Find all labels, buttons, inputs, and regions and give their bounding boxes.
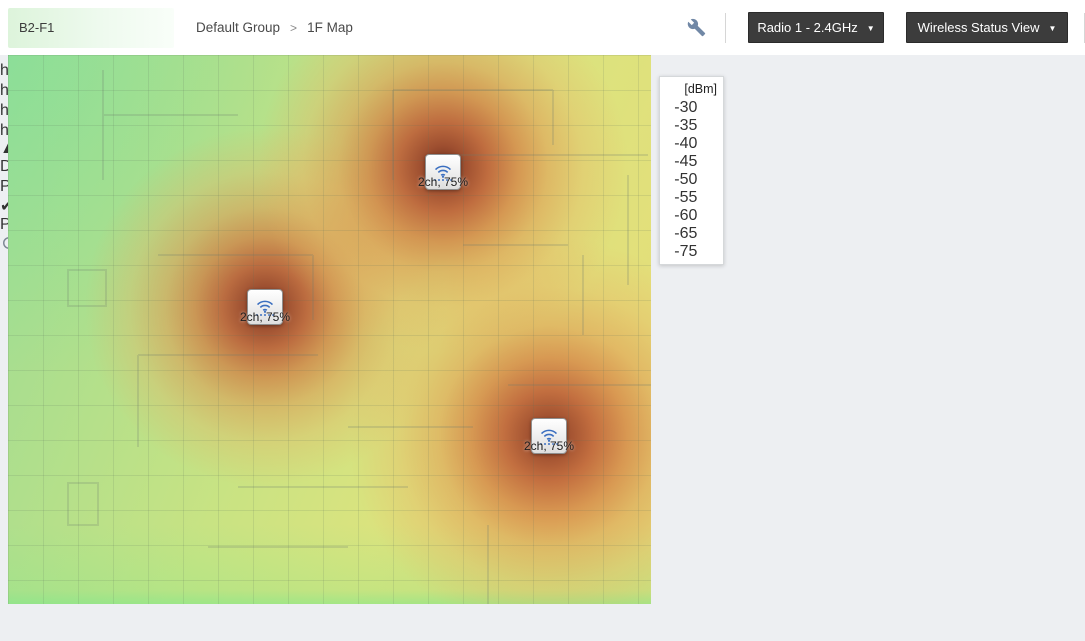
floor-walls [8, 55, 651, 604]
breadcrumb-group[interactable]: Default Group [196, 20, 280, 35]
legend-title: [dBm] [666, 82, 717, 96]
legend-tick: -35 [674, 117, 697, 134]
caret-down-icon: ▼ [867, 24, 875, 33]
topbar-divider [725, 13, 726, 43]
legend-tick: -30 [674, 99, 697, 116]
ap-device-icon[interactable]: 2ch, 75% [531, 418, 567, 454]
legend-gradient-bar [666, 99, 668, 257]
legend-body: -30 -35 -40 -45 -50 -55 -60 -65 -75 [666, 99, 717, 257]
ap-device-icon[interactable]: 2ch, 75% [425, 154, 461, 190]
radio-dropdown[interactable]: Radio 1 - 2.4GHz ▼ [748, 12, 884, 43]
view-dropdown[interactable]: Wireless Status View ▼ [906, 12, 1068, 43]
view-dropdown-label: Wireless Status View [918, 20, 1040, 35]
ap-label: 2ch, 75% [240, 310, 290, 324]
top-bar: B2-F1 Default Group > 1F Map Radio 1 - 2… [0, 0, 1085, 55]
floor-tab-label: B2-F1 [19, 20, 54, 35]
floor-tab[interactable]: B2-F1 [8, 8, 174, 48]
radio-dropdown-label: Radio 1 - 2.4GHz [757, 20, 857, 35]
heatmap-canvas[interactable]: 2ch, 75% 2ch, 75% 2ch, 75% [8, 55, 651, 604]
caret-down-icon: ▼ [1048, 24, 1056, 33]
legend-tick: -65 [674, 225, 697, 242]
legend-tick: -50 [674, 171, 697, 188]
breadcrumb-separator: > [290, 21, 297, 35]
breadcrumb: Default Group > 1F Map [196, 20, 353, 35]
legend-tick: -45 [674, 153, 697, 170]
ap-label: 2ch, 75% [524, 439, 574, 453]
legend-tick: -60 [674, 207, 697, 224]
ap-device-icon[interactable]: 2ch, 75% [247, 289, 283, 325]
legend-tick: -40 [674, 135, 697, 152]
legend-tick: -75 [674, 243, 697, 260]
breadcrumb-map[interactable]: 1F Map [307, 20, 353, 35]
ap-label: 2ch, 75% [418, 175, 468, 189]
dbm-legend: [dBm] -30 -35 -40 -45 -50 -55 -60 -65 -7… [659, 76, 724, 265]
legend-tick: -55 [674, 189, 697, 206]
legend-ticks: -30 -35 -40 -45 -50 -55 -60 -65 -75 [674, 99, 717, 257]
wrench-icon[interactable] [679, 11, 713, 45]
